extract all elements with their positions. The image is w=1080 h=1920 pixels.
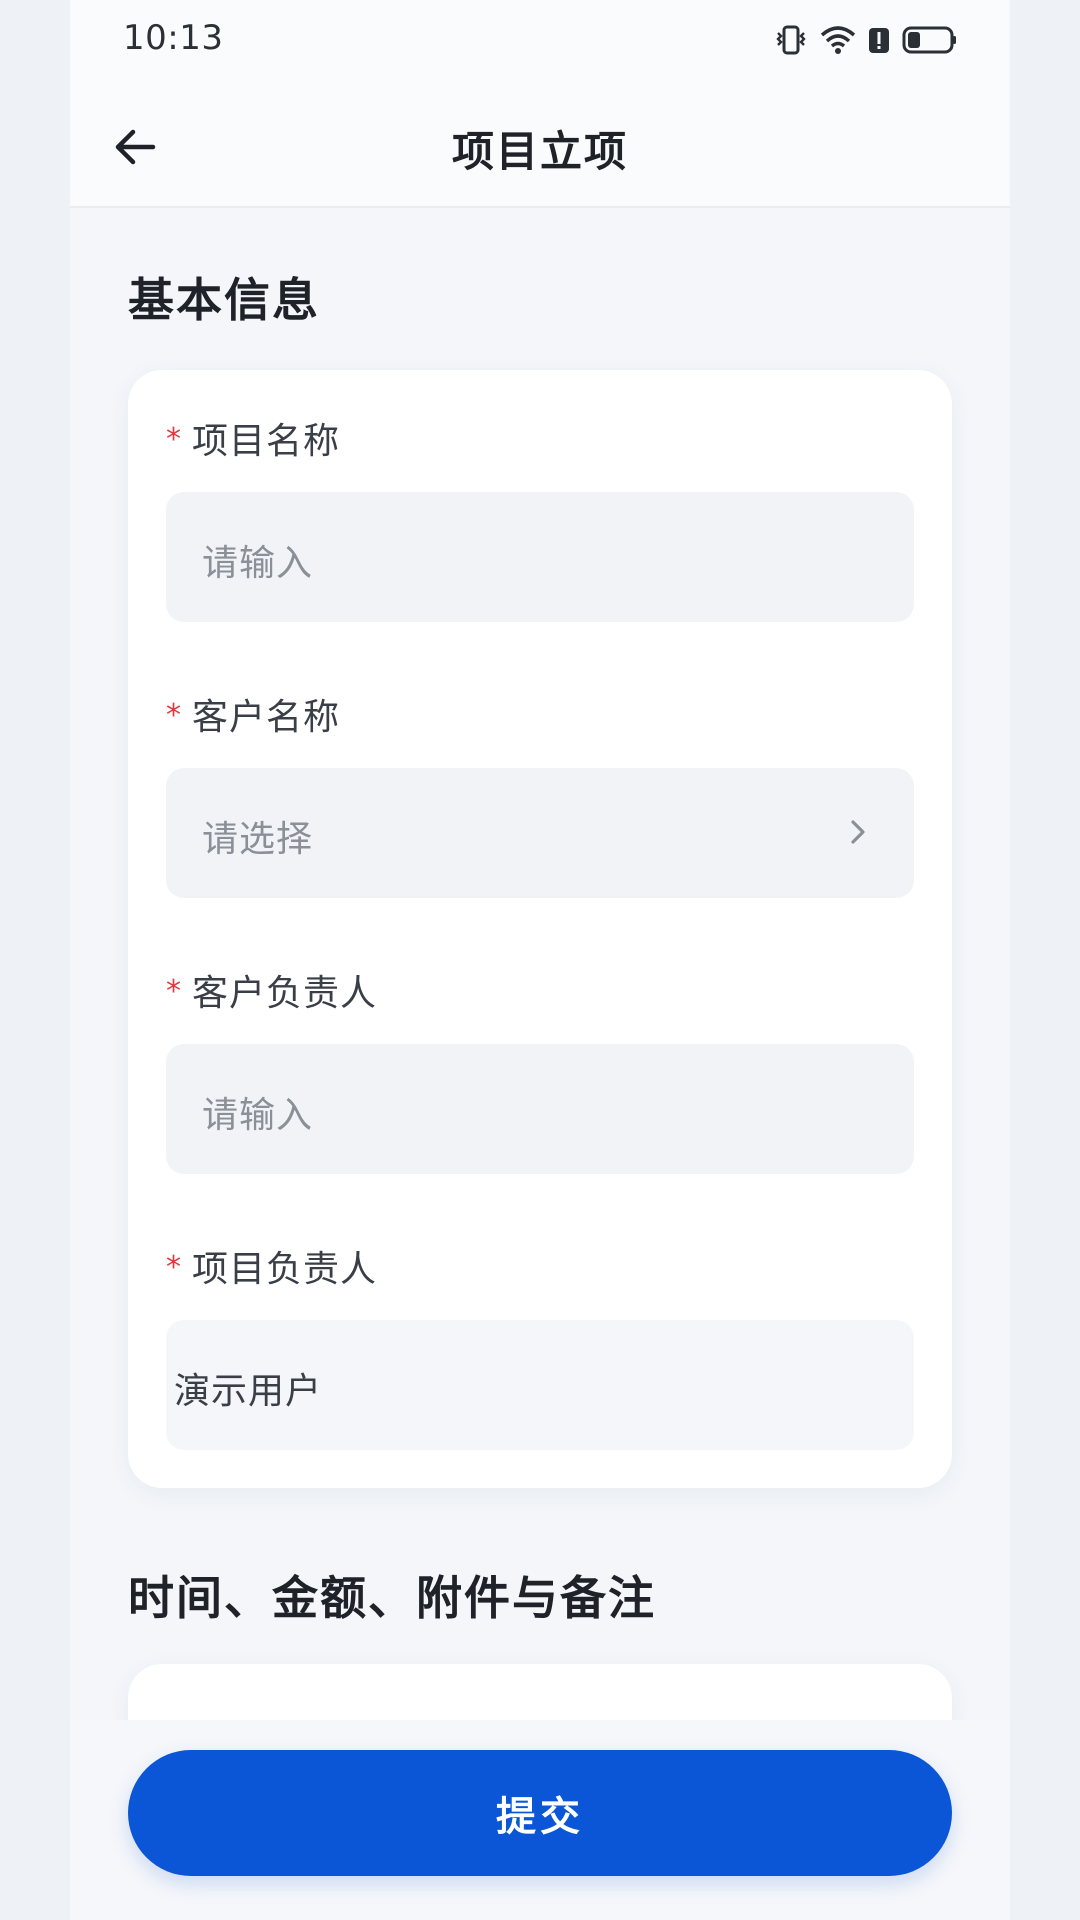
basic-info-card: * 项目名称 请输入 * 客户名称 请选择 * 客户负责人 请输入 * 项目负责人 演示… — [128, 370, 952, 1488]
required-mark: * — [166, 1250, 182, 1285]
input-placeholder: 请输入 — [202, 1095, 314, 1136]
field-label-text: 项目名称 — [192, 421, 341, 462]
field-label-customer-name: * 客户名称 — [166, 688, 340, 740]
submit-button[interactable]: 提交 — [128, 1750, 952, 1876]
field-label-project-name: * 项目名称 — [166, 412, 340, 464]
input-placeholder: 请输入 — [202, 543, 314, 584]
page-title: 项目立项 — [451, 127, 628, 176]
select-placeholder: 请选择 — [202, 819, 314, 860]
status-icons — [774, 24, 958, 56]
field-label-text: 客户名称 — [192, 697, 341, 738]
status-time: 10:13 — [123, 18, 224, 58]
screen: 10:13 项目立项 基本信息 * 项目名称 请输入 * 客户名称 请选择 * … — [0, 0, 1080, 1920]
field-label-text: 客户负责人 — [192, 973, 378, 1014]
project-name-input[interactable]: 请输入 — [166, 492, 914, 622]
wifi-icon — [820, 25, 856, 55]
customer-contact-input[interactable]: 请输入 — [166, 1044, 914, 1174]
vibrate-icon — [774, 25, 808, 55]
customer-name-select[interactable]: 请选择 — [166, 768, 914, 898]
status-bar: 10:13 — [70, 0, 1010, 84]
field-label-text: 项目负责人 — [192, 1249, 378, 1290]
field-value: 演示用户 — [174, 1371, 323, 1412]
required-mark: * — [166, 974, 182, 1009]
section-title-time-amount: 时间、金额、附件与备注 — [128, 1571, 656, 1625]
field-label-customer-contact: * 客户负责人 — [166, 964, 377, 1016]
navigation-header: 项目立项 — [70, 84, 1010, 208]
required-mark: * — [166, 698, 182, 733]
field-label-project-manager: * 项目负责人 — [166, 1240, 377, 1292]
chevron-right-icon — [851, 820, 865, 844]
required-mark: * — [166, 422, 182, 457]
submit-button-label: 提交 — [496, 1794, 584, 1840]
battery-alert-icon — [868, 25, 890, 55]
battery-icon — [902, 25, 958, 55]
project-manager-field: 演示用户 — [166, 1320, 914, 1450]
section-title-basic-info: 基本信息 — [128, 273, 320, 327]
